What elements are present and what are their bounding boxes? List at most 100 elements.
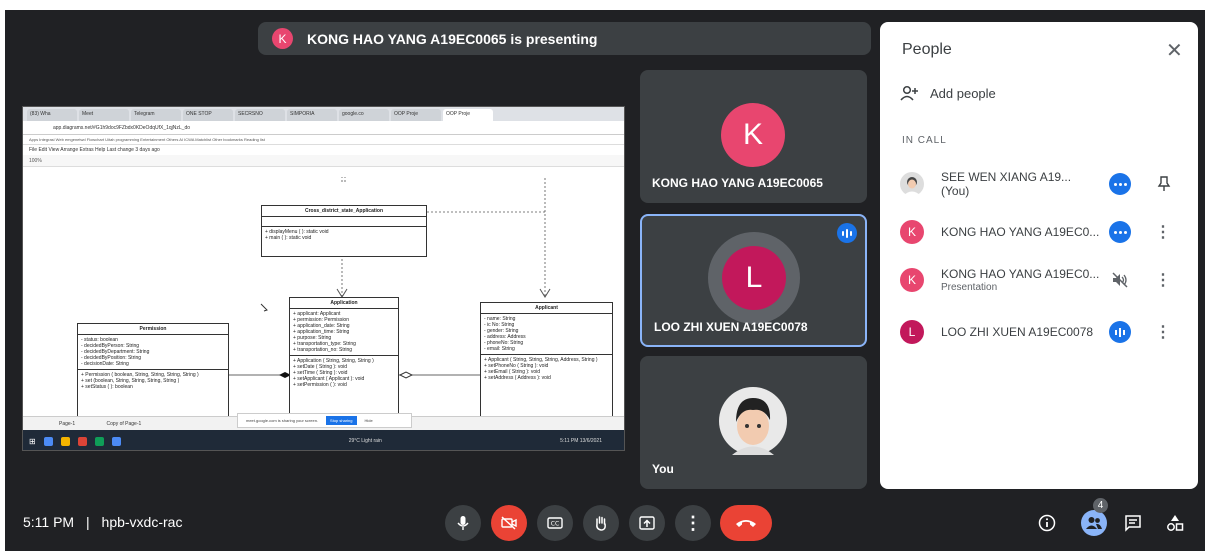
participant-name: You <box>652 462 674 476</box>
class-methods: + Applicant ( String, String, String, Ad… <box>484 357 598 381</box>
class-attributes: + applicant: Applicant + permission: Per… <box>290 309 398 356</box>
participant-name: LOO ZHI XUEN A19EC0078 <box>654 320 808 334</box>
diagram-canvas: Cross_district_state_Application + displ… <box>23 177 624 432</box>
leave-call-button[interactable] <box>720 505 772 541</box>
participant-tile-active[interactable]: L LOO ZHI XUEN A19EC0078 <box>640 214 867 347</box>
avatar: K <box>900 220 924 244</box>
address-bar: app.diagrams.net/#G1h9doc9FZbdx0KDeOdqUf… <box>23 121 624 135</box>
shared-screen: (83) Wha Meet Telegram ONE STOP SECRSNO … <box>22 106 625 451</box>
taskbar-app-icon <box>77 436 87 446</box>
presenter-avatar: K <box>272 28 293 49</box>
closed-captions-icon: CC <box>547 517 563 529</box>
participant-row[interactable]: L LOO ZHI XUEN A19EC0078 ⋮ <box>900 314 1190 350</box>
activities-icon[interactable] <box>1164 512 1186 534</box>
participant-row-name: KONG HAO YANG A19EC0... Presentation <box>941 267 1100 293</box>
browser-tab: ONE STOP <box>183 109 233 121</box>
people-icon[interactable] <box>1081 510 1107 536</box>
participant-row[interactable]: K KONG HAO YANG A19EC0... Presentation ⋮ <box>900 262 1190 298</box>
participant-row-name: KONG HAO YANG A19EC0... <box>941 225 1100 239</box>
taskbar-app-icon <box>94 436 104 446</box>
captions-button[interactable]: CC <box>537 505 573 541</box>
meeting-info: 5:11 PM | hpb-vxdc-rac <box>23 514 182 530</box>
kebab-menu-icon[interactable]: ⋮ <box>1155 270 1171 290</box>
avatar: K <box>900 268 924 292</box>
participants-count-badge: 4 <box>1093 498 1108 513</box>
people-panel: People ✕ Add people IN CALL SEE WEN XIAN… <box>880 22 1198 489</box>
browser-tabs: (83) Wha Meet Telegram ONE STOP SECRSNO … <box>23 107 624 121</box>
kebab-menu-icon[interactable]: ⋮ <box>1155 322 1171 342</box>
taskbar-app-icon <box>43 436 53 446</box>
browser-tab: Telegram <box>131 109 181 121</box>
participant-row[interactable]: K KONG HAO YANG A19EC0... ⋮ <box>900 214 1190 250</box>
class-attributes: - status: boolean - decidedByPerson: Str… <box>78 335 228 370</box>
more-options-indicator-icon[interactable] <box>1109 173 1131 195</box>
participant-avatar: L <box>722 246 786 310</box>
add-people-button[interactable]: Add people <box>900 85 996 101</box>
drawio-menu: File Edit View Arrange Extras Help Last … <box>29 147 160 153</box>
browser-tab: (83) Wha <box>27 109 77 121</box>
speaking-indicator-icon <box>837 223 857 243</box>
present-button[interactable] <box>629 505 665 541</box>
class-methods: + Application ( String, String, String )… <box>293 358 374 388</box>
browser-tab: google.co <box>339 109 389 121</box>
self-avatar-photo <box>719 387 787 455</box>
close-panel-icon[interactable]: ✕ <box>1166 38 1183 63</box>
class-methods: + Permission ( boolean, String, String, … <box>81 372 199 390</box>
taskbar-clock: 5:11 PM 13/6/2021 <box>560 438 602 444</box>
panel-title: People <box>902 41 952 58</box>
participant-row[interactable]: SEE WEN XIANG A19... (You) <box>900 166 1190 202</box>
more-options-indicator-icon[interactable] <box>1109 221 1131 243</box>
participant-row-name: LOO ZHI XUEN A19EC0078 <box>941 325 1094 339</box>
raise-hand-button[interactable] <box>583 505 619 541</box>
page-tab: Copy of Page-1 <box>106 421 142 427</box>
page-tab: Page-1 <box>59 421 76 427</box>
participant-avatar: K <box>721 103 785 167</box>
separator: | <box>86 514 90 530</box>
raise-hand-icon <box>596 516 606 531</box>
meeting-details-icon[interactable] <box>1036 512 1058 534</box>
avatar: L <box>900 320 924 344</box>
presenting-banner: K KONG HAO YANG A19EC0065 is presenting <box>258 22 871 55</box>
class-methods: + displayMenu ( ): static void + main ( … <box>265 229 329 241</box>
taskbar-app-icon <box>60 436 70 446</box>
share-notice: meet.google.com is sharing your screen. … <box>237 413 412 428</box>
participant-row-sub: Presentation <box>941 282 998 293</box>
class-title: Cross_district_state_Application <box>262 206 426 217</box>
present-screen-icon <box>639 516 655 530</box>
browser-tab: SIMPORIA <box>287 109 337 121</box>
share-notice-text: meet.google.com is sharing your screen. <box>246 418 319 423</box>
stop-sharing-label: Stop sharing <box>326 416 357 425</box>
speaking-indicator-icon <box>1109 321 1131 343</box>
add-people-label: Add people <box>930 85 996 101</box>
taskbar-app-icon <box>111 436 121 446</box>
clock: 5:11 PM <box>23 514 75 530</box>
participant-name: KONG HAO YANG A19EC0065 <box>652 176 823 190</box>
microphone-button[interactable] <box>445 505 481 541</box>
add-person-icon <box>900 85 918 101</box>
browser-tab: OOP Proje <box>391 109 441 121</box>
drawio-toolbar: 100% <box>23 155 624 167</box>
in-call-heading: IN CALL <box>902 135 947 146</box>
browser-tab: SECRSNO <box>235 109 285 121</box>
pin-icon[interactable] <box>1157 176 1171 192</box>
chat-icon[interactable] <box>1122 512 1144 534</box>
class-title: Application <box>290 298 398 309</box>
camera-off-button[interactable] <box>491 505 527 541</box>
kebab-menu-icon[interactable]: ⋮ <box>1155 222 1171 242</box>
browser-tab: Meet <box>79 109 129 121</box>
more-options-button[interactable]: ⋮ <box>675 505 711 541</box>
class-applicant: Applicant - name: String - ic No: String… <box>480 302 613 432</box>
microphone-icon <box>457 516 469 530</box>
class-title: Permission <box>78 324 228 335</box>
camera-off-icon <box>501 516 517 530</box>
participant-row-name: SEE WEN XIANG A19... (You) <box>941 170 1072 198</box>
class-title: Applicant <box>481 303 612 314</box>
class-attributes: - name: String - ic No: String - gender:… <box>481 314 612 355</box>
meeting-code: hpb-vxdc-rac <box>101 514 183 530</box>
participant-tile[interactable]: K KONG HAO YANG A19EC0065 <box>640 70 867 203</box>
class-application: Application + applicant: Applicant + per… <box>289 297 399 427</box>
bookmarks-bar: Apps Integrasi Web emgenetwd Flowchart U… <box>23 135 624 145</box>
self-tile[interactable]: You <box>640 356 867 489</box>
windows-logo-icon: ⊞ <box>29 436 36 446</box>
more-vertical-icon: ⋮ <box>684 512 702 533</box>
